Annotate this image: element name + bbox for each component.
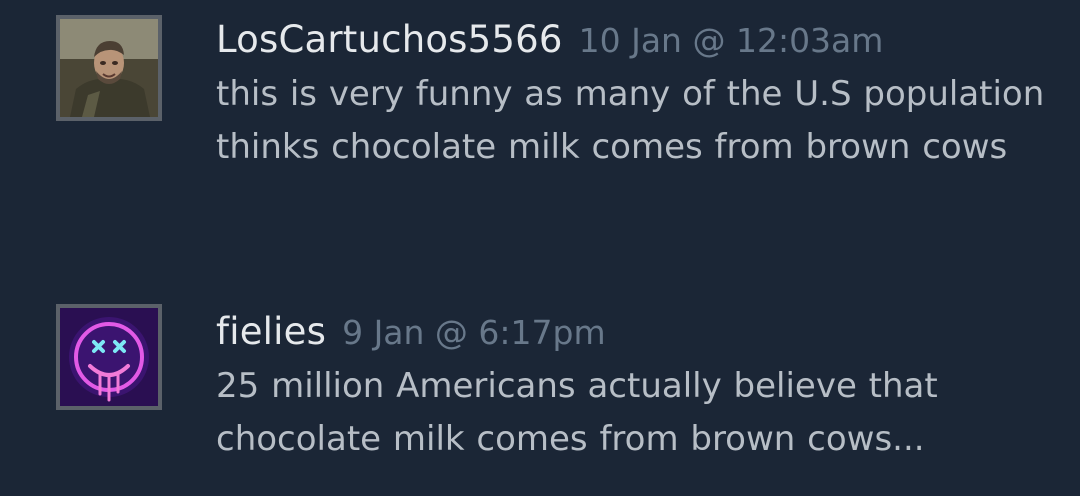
comment-body: LosCartuchos5566 10 Jan @ 12:03am this is… xyxy=(216,14,1050,174)
comment-thread: LosCartuchos5566 10 Jan @ 12:03am this is… xyxy=(0,0,1080,496)
neon-smiley-avatar-icon[interactable] xyxy=(56,304,162,410)
comment-header: fielies 9 Jan @ 6:17pm xyxy=(216,306,1050,358)
comment-body: fielies 9 Jan @ 6:17pm 25 million America… xyxy=(216,306,1050,466)
comment-timestamp: 9 Jan @ 6:17pm xyxy=(342,313,606,352)
comment-timestamp: 10 Jan @ 12:03am xyxy=(578,21,884,60)
author-name-link[interactable]: LosCartuchos5566 xyxy=(216,18,563,61)
comment-text: this is very funny as many of the U.S po… xyxy=(216,74,1045,167)
comment: fielies 9 Jan @ 6:17pm 25 million America… xyxy=(0,290,1080,496)
author-name-link[interactable]: fielies xyxy=(216,310,326,353)
comment-header: LosCartuchos5566 10 Jan @ 12:03am xyxy=(216,14,1050,66)
user-photo-avatar-icon[interactable] xyxy=(56,15,162,121)
comment-text: 25 million Americans actually believe th… xyxy=(216,366,938,459)
comment: LosCartuchos5566 10 Jan @ 12:03am this is… xyxy=(0,0,1080,270)
